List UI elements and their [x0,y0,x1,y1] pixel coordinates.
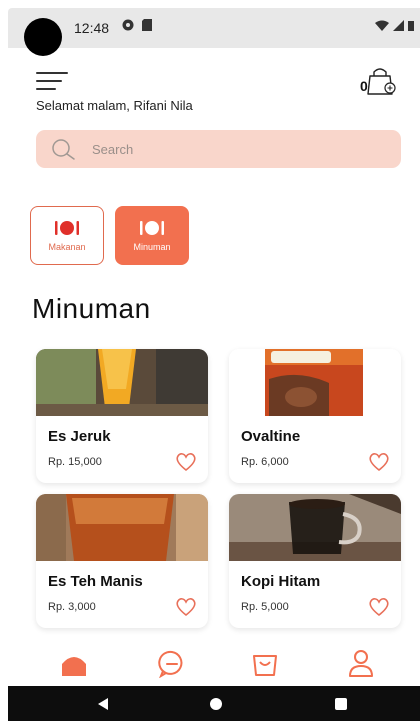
nav-messages[interactable] [157,648,187,679]
signal-icon [393,20,404,31]
category-minuman[interactable]: Minuman [115,206,189,265]
menu-button[interactable] [36,72,68,92]
heart-icon[interactable] [368,452,390,472]
product-price: Rp. 5,000 [241,601,289,613]
search-icon [52,139,75,160]
product-image [229,349,401,416]
nav-orders[interactable] [250,648,280,678]
cart-button[interactable]: 0 [358,64,398,100]
recents-icon [335,697,347,710]
heart-icon[interactable] [175,452,197,472]
product-image [36,494,208,561]
system-home-button[interactable] [201,686,231,721]
product-card-kopi-hitam[interactable]: Kopi Hitam Rp. 5,000 [229,494,401,628]
bottom-nav [0,636,420,686]
nav-profile[interactable] [346,648,376,678]
camera-cutout [24,18,62,56]
back-icon [98,697,108,710]
notification-icon [122,19,134,31]
product-card-es-teh-manis[interactable]: Es Teh Manis Rp. 3,000 [36,494,208,628]
heart-icon[interactable] [368,597,390,617]
status-bar [8,8,420,56]
product-name: Ovaltine [241,428,301,445]
wifi-icon [375,20,389,31]
menu-line [36,80,62,82]
chat-icon [158,650,183,679]
product-card-ovaltine[interactable]: Ovaltine Rp. 6,000 [229,349,401,483]
heart-icon[interactable] [175,597,197,617]
system-back-button[interactable] [88,686,118,721]
bag-icon [253,655,277,676]
status-time: 12:48 [74,20,110,36]
menu-line [36,72,68,74]
category-label: Makanan [48,241,86,252]
plate-icon [55,220,79,235]
home-icon [62,657,86,676]
plate-icon [140,220,164,235]
section-title: Minuman [32,293,151,324]
greeting-text: Selamat malam, Rifani Nila [36,98,193,113]
product-image [36,349,208,416]
sd-card-icon [142,19,152,31]
system-nav-bar [8,686,420,721]
shopping-bag-icon [367,68,396,95]
product-price: Rp. 3,000 [48,601,96,613]
status-icons-left [122,19,152,31]
nav-home[interactable] [59,648,89,678]
product-name: Es Jeruk [48,428,111,445]
menu-line [36,88,56,90]
product-price: Rp. 6,000 [241,456,289,468]
profile-icon [349,650,373,677]
product-price: Rp. 15,000 [48,456,102,468]
category-makanan[interactable]: Makanan [30,206,104,265]
home-dot-icon [210,697,222,710]
system-recents-button[interactable] [326,686,356,721]
product-name: Kopi Hitam [241,573,321,590]
product-image [229,494,401,561]
status-icons-right [375,20,414,31]
search-placeholder: Search [92,141,134,157]
product-name: Es Teh Manis [48,573,143,590]
search-input[interactable]: Search [36,130,401,168]
category-label: Minuman [133,241,171,252]
product-card-es-jeruk[interactable]: Es Jeruk Rp. 15,000 [36,349,208,483]
battery-icon [408,21,414,31]
